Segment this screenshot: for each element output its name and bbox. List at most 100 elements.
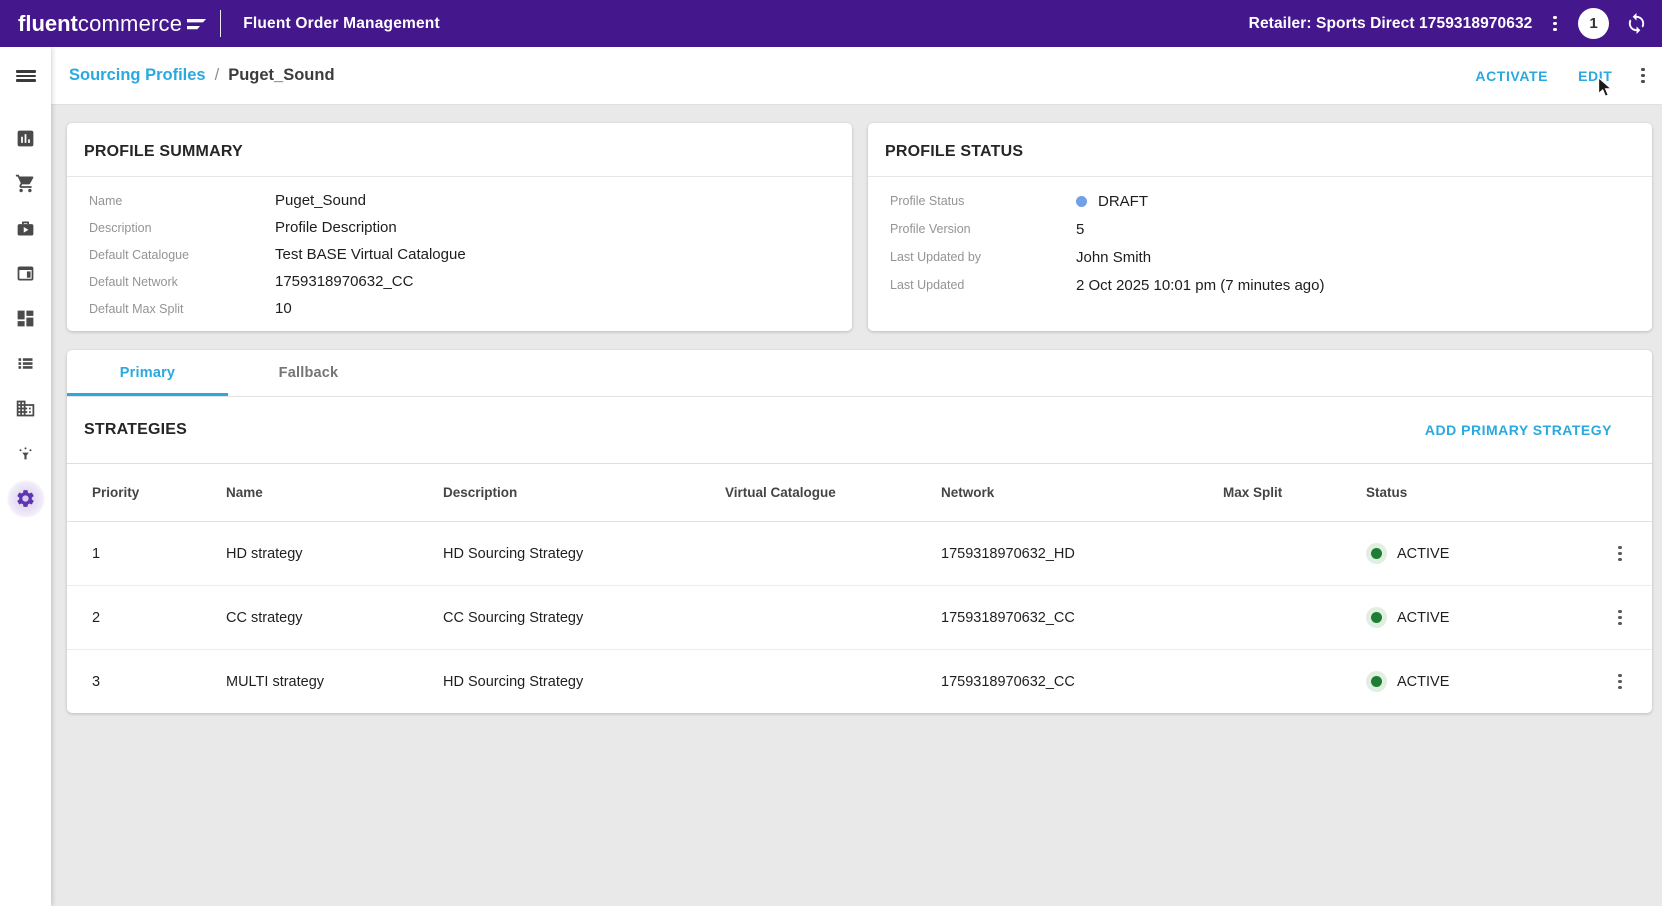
active-status-dot-icon [1366,671,1387,692]
cell-name: MULTI strategy [226,674,443,690]
fluent-commerce-logo: fluentcommerce [18,11,207,36]
cell-network: 1759318970632_CC [941,610,1223,626]
profile-status-title: PROFILE STATUS [868,123,1652,177]
sidebar-item-settings-icon[interactable] [0,476,51,521]
col-virtual-catalogue: Virtual Catalogue [725,485,941,500]
header-kebab-menu-icon[interactable] [1636,64,1650,88]
sidebar-item-panel-icon[interactable] [0,251,51,296]
table-row[interactable]: 2 CC strategy CC Sourcing Strategy 17593… [67,586,1652,650]
field-value: 1759318970632_CC [275,273,413,290]
breadcrumb-separator: / [215,66,220,85]
sidebar-item-bar-chart-icon[interactable] [0,116,51,161]
field-value: 5 [1076,221,1084,238]
cell-priority: 3 [92,674,226,690]
cell-description: CC Sourcing Strategy [443,610,725,626]
field-label: Default Network [89,275,275,289]
field-label: Default Catalogue [89,248,275,262]
status-row-profile-version: Profile Version 5 [890,215,1652,243]
active-status-dot-icon [1366,543,1387,564]
sidebar-item-cart-icon[interactable] [0,161,51,206]
appbar-divider [220,10,221,37]
strategies-card: Primary Fallback STRATEGIES ADD PRIMARY … [67,350,1652,713]
field-value: 2 Oct 2025 10:01 pm (7 minutes ago) [1076,277,1324,294]
summary-row-name: Name Puget_Sound [89,187,852,214]
col-name: Name [226,485,443,500]
field-label: Default Max Split [89,302,275,316]
cell-description: HD Sourcing Strategy [443,546,725,562]
tab-bar: Primary Fallback [67,350,1652,397]
row-kebab-menu-icon[interactable] [1613,606,1627,630]
main-content: PROFILE SUMMARY Name Puget_Sound Descrip… [51,105,1662,906]
sidebar-nav [0,47,51,906]
active-tab-indicator [67,393,228,396]
status-badge: ACTIVE [1397,674,1449,690]
field-value: 10 [275,300,292,317]
sidebar-item-building-icon[interactable] [0,386,51,431]
page-header: Sourcing Profiles / Puget_Sound ACTIVATE… [51,47,1662,105]
notification-badge[interactable]: 1 [1578,8,1609,39]
col-status: Status [1366,485,1596,500]
strategies-table-header: Priority Name Description Virtual Catalo… [67,464,1652,522]
summary-row-default-max-split: Default Max Split 10 [89,295,852,322]
field-value: Profile Description [275,219,397,236]
sidebar-item-insights-icon[interactable] [0,431,51,476]
field-label: Description [89,221,275,235]
field-label: Last Updated [890,278,1076,292]
field-value: Puget_Sound [275,192,366,209]
cell-priority: 1 [92,546,226,562]
cell-description: HD Sourcing Strategy [443,674,725,690]
sync-icon[interactable] [1625,12,1648,35]
appbar-kebab-menu-icon[interactable] [1548,12,1562,36]
cell-priority: 2 [92,610,226,626]
activate-button[interactable]: ACTIVATE [1475,68,1548,84]
field-label: Profile Version [890,222,1076,236]
field-label: Profile Status [890,194,1076,208]
field-value: John Smith [1076,249,1151,266]
sidebar-item-case-play-icon[interactable] [0,206,51,251]
col-max-split: Max Split [1223,485,1366,500]
profile-status-card: PROFILE STATUS Profile Status DRAFT Prof… [868,123,1652,331]
status-badge: ACTIVE [1397,610,1449,626]
field-label: Name [89,194,275,208]
row-kebab-menu-icon[interactable] [1613,670,1627,694]
col-description: Description [443,485,725,500]
cell-name: CC strategy [226,610,443,626]
sidebar-item-dashboard-icon[interactable] [0,296,51,341]
row-kebab-menu-icon[interactable] [1613,542,1627,566]
col-network: Network [941,485,1223,500]
edit-button[interactable]: EDIT [1578,68,1612,84]
profile-summary-card: PROFILE SUMMARY Name Puget_Sound Descrip… [67,123,852,331]
sidebar-item-list-icon[interactable] [0,341,51,386]
field-value: Test BASE Virtual Catalogue [275,246,466,263]
status-row-last-updated-by: Last Updated by John Smith [890,243,1652,271]
product-title: Fluent Order Management [243,15,440,33]
summary-row-default-network: Default Network 1759318970632_CC [89,268,852,295]
tab-primary[interactable]: Primary [67,350,228,396]
breadcrumb-parent-link[interactable]: Sourcing Profiles [69,66,206,85]
breadcrumb: Sourcing Profiles / Puget_Sound [69,66,335,85]
cell-name: HD strategy [226,546,443,562]
app-bar: fluentcommerce Fluent Order Management R… [0,0,1662,47]
status-row-profile-status: Profile Status DRAFT [890,187,1652,215]
profile-summary-title: PROFILE SUMMARY [67,123,852,177]
summary-row-default-catalogue: Default Catalogue Test BASE Virtual Cata… [89,241,852,268]
draft-status-dot-icon [1076,196,1087,207]
active-status-dot-icon [1366,607,1387,628]
logo-text-bold: fluent [18,13,78,35]
strategies-title: STRATEGIES [84,421,187,439]
cell-network: 1759318970632_CC [941,674,1223,690]
status-badge: DRAFT [1098,193,1148,210]
fluent-logo-glyph-icon [186,14,207,36]
breadcrumb-current: Puget_Sound [228,66,334,85]
tab-fallback[interactable]: Fallback [228,350,389,396]
cell-network: 1759318970632_HD [941,546,1223,562]
status-badge: ACTIVE [1397,546,1449,562]
table-row[interactable]: 1 HD strategy HD Sourcing Strategy 17593… [67,522,1652,586]
add-primary-strategy-button[interactable]: ADD PRIMARY STRATEGY [1425,422,1612,438]
table-row[interactable]: 3 MULTI strategy HD Sourcing Strategy 17… [67,650,1652,713]
logo-text-light: commerce [78,13,182,35]
retailer-context-label: Retailer: Sports Direct 1759318970632 [1249,15,1533,33]
col-priority: Priority [92,485,226,500]
hamburger-menu-icon[interactable] [0,47,51,105]
field-label: Last Updated by [890,250,1076,264]
